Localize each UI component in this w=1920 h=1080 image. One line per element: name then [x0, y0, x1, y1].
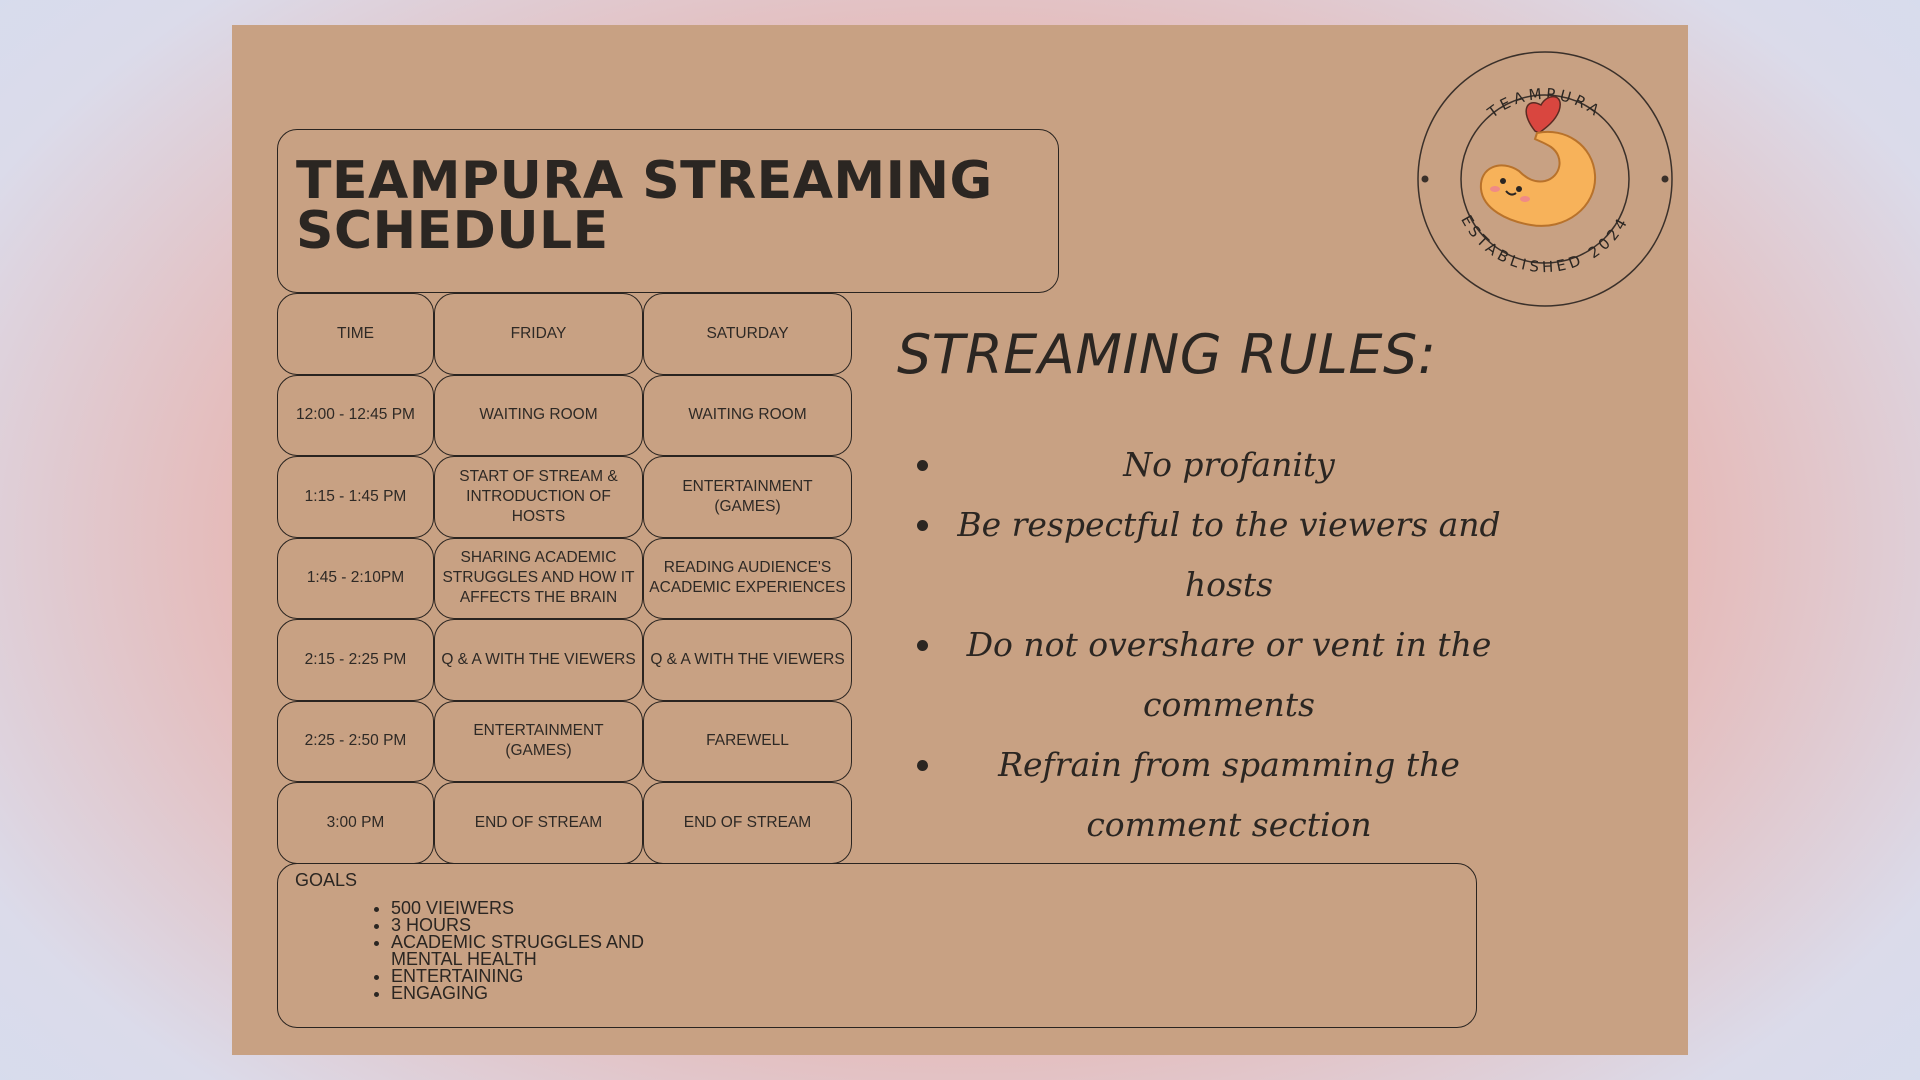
schedule-poster: TEAMPURA STREAMING SCHEDULE TIME FRIDAY SA…: [232, 25, 1688, 1055]
schedule-cell: END OF STREAM: [434, 782, 643, 864]
goals-label: GOALS: [295, 870, 358, 890]
schedule-cell: 1:45 - 2:10PM: [277, 537, 434, 619]
schedule-header-cell: TIME: [277, 293, 434, 375]
schedule-cell: 2:25 - 2:50 PM: [277, 700, 434, 782]
schedule-cell: START OF STREAM & INTRODUCTION OF HOSTS: [434, 456, 643, 538]
schedule-cell: WAITING ROOM: [434, 374, 643, 456]
page-title: TEAMPURA STREAMING SCHEDULE: [296, 151, 993, 261]
schedule-cell: 1:15 - 1:45 PM: [277, 456, 434, 538]
teampura-logo: TEAMPURA ESTABLISHED 2024: [1417, 51, 1673, 307]
logo-dot-left: [1421, 175, 1429, 183]
goals-list: 500 VIEIWERS 3 HOURS ACADEMIC STRUGGLES …: [373, 899, 651, 1002]
goal-item: ENGAGING: [391, 984, 651, 1002]
goal-item: ACADEMIC STRUGGLES AND MENTAL HEALTH: [391, 933, 651, 968]
logo-dot-right: [1661, 175, 1669, 183]
rules-title: STREAMING RULES:: [897, 323, 1437, 386]
schedule-cell: READING AUDIENCE'S ACADEMIC EXPERIENCES: [643, 537, 852, 619]
rule-item: Be respectful to the viewers and hosts: [897, 495, 1517, 615]
schedule-cell: ENTERTAINMENT (GAMES): [434, 700, 643, 782]
schedule-header-cell: SATURDAY: [643, 293, 852, 375]
rule-text: Refrain from spamming the comment sectio…: [998, 745, 1460, 844]
bullet-icon: [917, 520, 928, 531]
goals-box: GOALS 500 VIEIWERS 3 HOURS ACADEMIC STRU…: [277, 863, 1477, 1028]
schedule-cell: Q & A WITH THE VIEWERS: [434, 619, 643, 701]
schedule-cell: ENTERTAINMENT (GAMES): [643, 456, 852, 538]
title-box: TEAMPURA STREAMING SCHEDULE: [277, 129, 1059, 293]
rules-list: No profanity Be respectful to the viewer…: [897, 435, 1517, 855]
rule-item: Do not overshare or vent in the comments: [897, 615, 1517, 735]
schedule-cell: END OF STREAM: [643, 782, 852, 864]
rule-item: No profanity: [897, 435, 1517, 495]
rule-text: Be respectful to the viewers and hosts: [957, 505, 1501, 604]
schedule-cell: 2:15 - 2:25 PM: [277, 619, 434, 701]
rule-item: Refrain from spamming the comment sectio…: [897, 735, 1517, 855]
schedule-cell: 12:00 - 12:45 PM: [277, 374, 434, 456]
schedule-header-cell: FRIDAY: [434, 293, 643, 375]
bullet-icon: [917, 760, 928, 771]
schedule-cell: Q & A WITH THE VIEWERS: [643, 619, 852, 701]
schedule-cell: SHARING ACADEMIC STRUGGLES AND HOW IT AF…: [434, 537, 643, 619]
schedule-cell: WAITING ROOM: [643, 374, 852, 456]
schedule-cell: FAREWELL: [643, 700, 852, 782]
bullet-icon: [917, 640, 928, 651]
rule-text: No profanity: [1123, 445, 1335, 484]
rule-text: Do not overshare or vent in the comments: [966, 625, 1492, 724]
bullet-icon: [917, 460, 928, 471]
schedule-cell: 3:00 PM: [277, 782, 434, 864]
